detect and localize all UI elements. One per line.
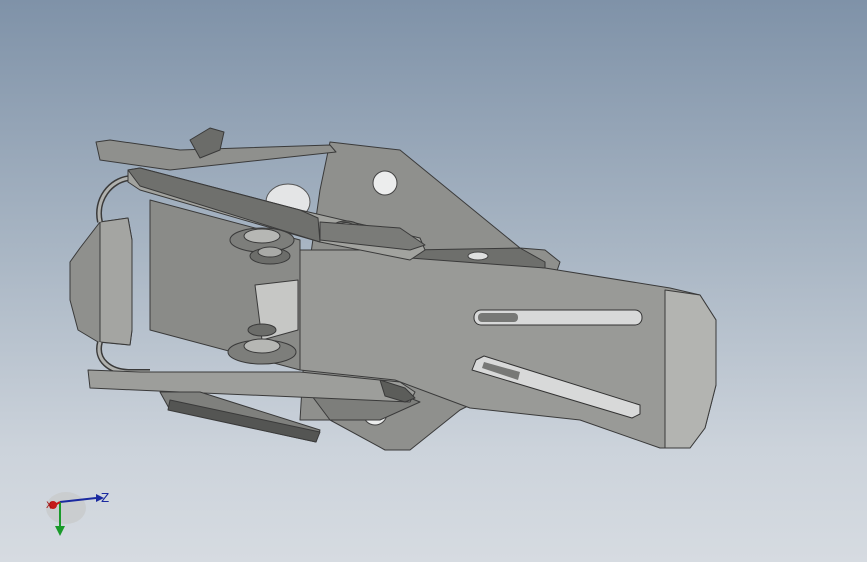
graphics-viewport[interactable]: Z X <box>0 0 867 562</box>
orientation-triad: Z X <box>38 486 118 546</box>
lever-front-face <box>664 289 717 449</box>
wire-loop-bottom <box>96 341 150 375</box>
z-axis-label: Z <box>101 491 110 505</box>
mounting-hole-top <box>372 170 398 196</box>
hook-grip-face <box>99 217 133 346</box>
x-axis-label: X <box>46 501 53 511</box>
latch-model[interactable] <box>0 0 867 562</box>
y-axis-arrow <box>55 526 65 536</box>
lever-slot-upper-inner <box>478 313 518 322</box>
flange-hole <box>467 251 489 261</box>
